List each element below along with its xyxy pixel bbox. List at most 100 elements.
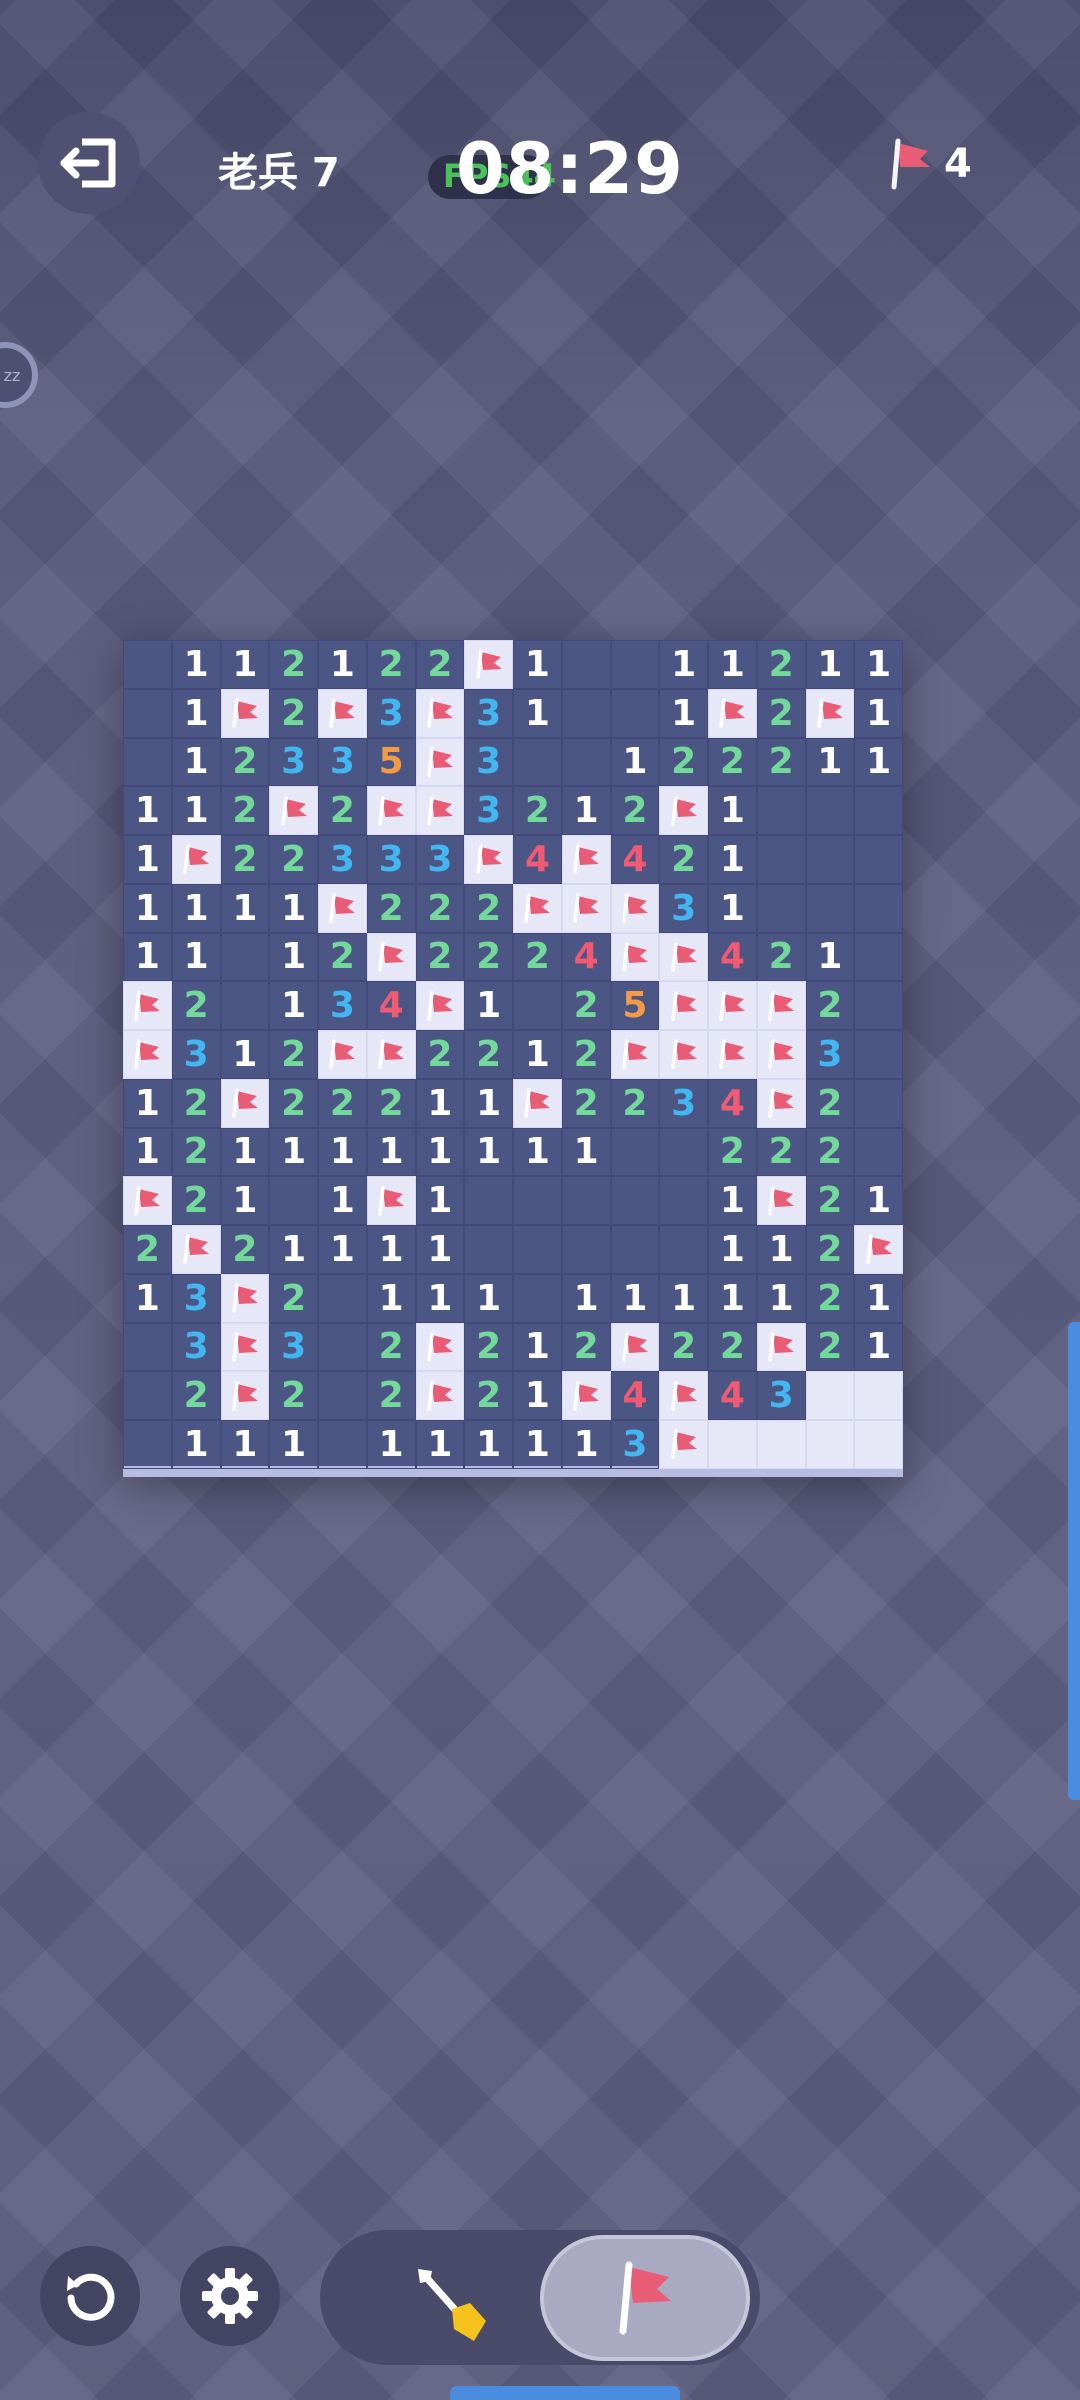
number-cell[interactable]: 1 [708, 835, 757, 884]
flagged-cell[interactable] [610, 1322, 660, 1372]
flagged-cell[interactable] [220, 1371, 270, 1420]
flagged-cell[interactable] [366, 1176, 416, 1225]
empty-cell[interactable] [854, 1127, 903, 1177]
number-cell[interactable]: 2 [805, 981, 855, 1030]
minesweeper-board[interactable]: 1121221112111233112112335312221111223212… [123, 640, 903, 1477]
number-cell[interactable]: 1 [708, 786, 757, 835]
number-cell[interactable]: 4 [513, 835, 562, 884]
number-cell[interactable]: 2 [171, 981, 221, 1030]
number-cell[interactable]: 2 [756, 640, 806, 689]
flagged-cell[interactable] [318, 1030, 367, 1079]
number-cell[interactable]: 1 [123, 883, 172, 933]
number-cell[interactable]: 1 [561, 1127, 611, 1177]
number-cell[interactable]: 3 [415, 835, 465, 884]
number-cell[interactable]: 2 [269, 1371, 318, 1420]
number-cell[interactable]: 1 [220, 1176, 270, 1225]
empty-cell[interactable] [318, 1322, 367, 1372]
number-cell[interactable]: 1 [854, 688, 903, 738]
number-cell[interactable]: 2 [415, 1030, 465, 1079]
flagged-cell[interactable] [171, 835, 221, 884]
number-cell[interactable]: 4 [610, 835, 660, 884]
flagged-cell[interactable] [708, 688, 757, 738]
number-cell[interactable]: 1 [123, 1127, 172, 1177]
number-cell[interactable]: 3 [318, 981, 367, 1030]
number-cell[interactable]: 2 [318, 932, 367, 982]
unrevealed-cell[interactable] [708, 1420, 757, 1469]
empty-cell[interactable] [854, 932, 903, 982]
number-cell[interactable]: 1 [123, 1078, 172, 1128]
number-cell[interactable]: 2 [269, 1078, 318, 1128]
flagged-cell[interactable] [756, 981, 806, 1030]
number-cell[interactable]: 1 [415, 1127, 465, 1177]
number-cell[interactable]: 1 [318, 1176, 367, 1225]
flagged-cell[interactable] [415, 688, 465, 738]
number-cell[interactable]: 1 [415, 1420, 465, 1469]
number-cell[interactable]: 2 [659, 1322, 708, 1372]
number-cell[interactable]: 1 [854, 640, 903, 689]
number-cell[interactable]: 1 [171, 883, 221, 933]
number-cell[interactable]: 3 [366, 835, 416, 884]
number-cell[interactable]: 4 [561, 932, 611, 982]
empty-cell[interactable] [513, 1176, 562, 1225]
number-cell[interactable]: 2 [366, 1322, 416, 1372]
number-cell[interactable]: 1 [318, 1225, 367, 1274]
number-cell[interactable]: 3 [366, 688, 416, 738]
empty-cell[interactable] [561, 737, 611, 787]
number-cell[interactable]: 1 [561, 1273, 611, 1323]
number-cell[interactable]: 2 [318, 786, 367, 835]
flagged-cell[interactable] [415, 1322, 465, 1372]
flagged-cell[interactable] [366, 1030, 416, 1079]
number-cell[interactable]: 1 [708, 1176, 757, 1225]
empty-cell[interactable] [610, 640, 660, 689]
number-cell[interactable]: 1 [854, 737, 903, 787]
number-cell[interactable]: 1 [220, 640, 270, 689]
flagged-cell[interactable] [318, 883, 367, 933]
number-cell[interactable]: 1 [123, 932, 172, 982]
number-cell[interactable]: 2 [610, 1078, 660, 1128]
number-cell[interactable]: 2 [464, 1322, 513, 1372]
number-cell[interactable]: 2 [561, 981, 611, 1030]
flagged-cell[interactable] [415, 786, 465, 835]
number-cell[interactable]: 2 [610, 786, 660, 835]
number-cell[interactable]: 2 [708, 1322, 757, 1372]
number-cell[interactable]: 1 [756, 1225, 806, 1274]
number-cell[interactable]: 2 [269, 640, 318, 689]
empty-cell[interactable] [464, 1225, 513, 1274]
number-cell[interactable]: 2 [123, 1225, 172, 1274]
number-cell[interactable]: 2 [415, 932, 465, 982]
flagged-cell[interactable] [659, 981, 708, 1030]
empty-cell[interactable] [659, 1225, 708, 1274]
flagged-cell[interactable] [220, 1322, 270, 1372]
flagged-cell[interactable] [464, 835, 513, 884]
number-cell[interactable]: 1 [464, 1420, 513, 1469]
flagged-cell[interactable] [708, 981, 757, 1030]
number-cell[interactable]: 3 [269, 737, 318, 787]
number-cell[interactable]: 1 [464, 1273, 513, 1323]
number-cell[interactable]: 1 [220, 1420, 270, 1469]
exit-button[interactable] [38, 112, 140, 214]
empty-cell[interactable] [513, 981, 562, 1030]
flagged-cell[interactable] [220, 1273, 270, 1323]
number-cell[interactable]: 1 [366, 1225, 416, 1274]
flagged-cell[interactable] [561, 1371, 611, 1420]
settings-button[interactable] [180, 2246, 280, 2346]
number-cell[interactable]: 2 [220, 737, 270, 787]
empty-cell[interactable] [659, 1176, 708, 1225]
empty-cell[interactable] [464, 1176, 513, 1225]
number-cell[interactable]: 1 [854, 1176, 903, 1225]
number-cell[interactable]: 2 [561, 1322, 611, 1372]
number-cell[interactable]: 1 [561, 1420, 611, 1469]
flagged-cell[interactable] [659, 1371, 708, 1420]
number-cell[interactable]: 1 [513, 1371, 562, 1420]
number-cell[interactable]: 1 [513, 1420, 562, 1469]
scrollbar[interactable] [1068, 1322, 1080, 1800]
empty-cell[interactable] [854, 835, 903, 884]
number-cell[interactable]: 1 [318, 640, 367, 689]
number-cell[interactable]: 1 [708, 883, 757, 933]
number-cell[interactable]: 1 [610, 737, 660, 787]
number-cell[interactable]: 2 [171, 1176, 221, 1225]
number-cell[interactable]: 1 [171, 786, 221, 835]
number-cell[interactable]: 1 [464, 981, 513, 1030]
empty-cell[interactable] [123, 737, 172, 787]
number-cell[interactable]: 3 [659, 1078, 708, 1128]
